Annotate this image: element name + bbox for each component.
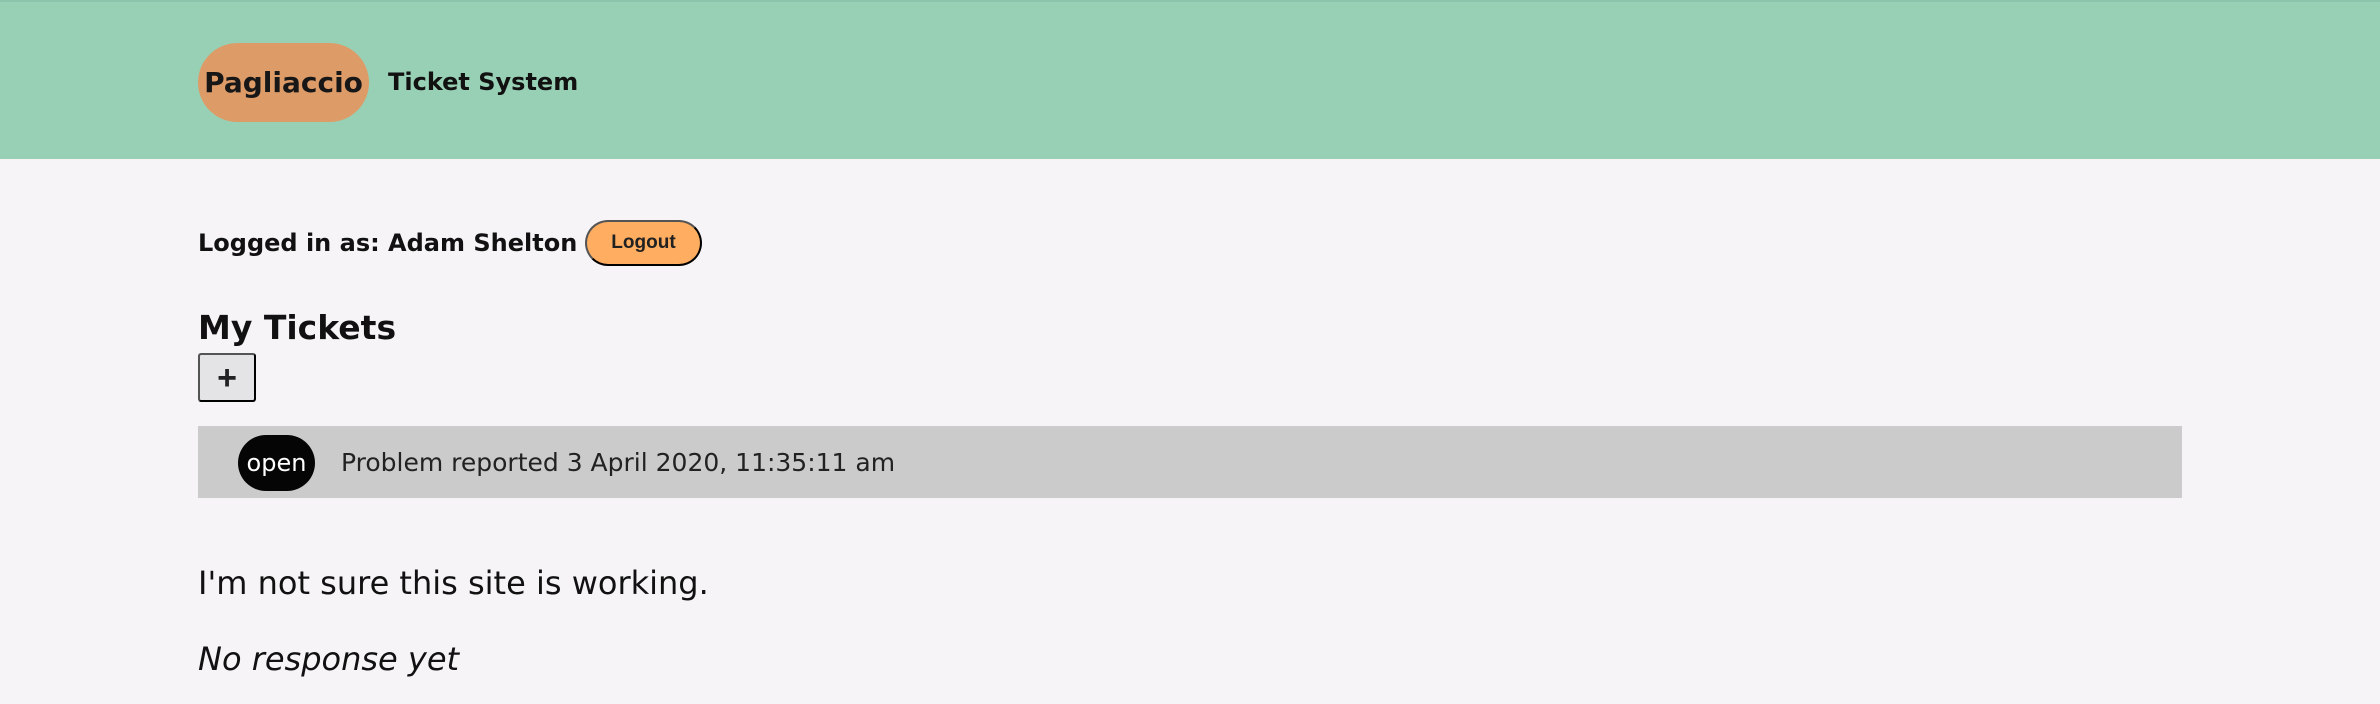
status-badge: open — [238, 435, 315, 491]
plus-icon: + — [217, 358, 237, 397]
session-bar: Logged in as: Adam Shelton Logout — [198, 220, 702, 266]
logout-button[interactable]: Logout — [585, 220, 702, 266]
ticket-description: I'm not sure this site is working. — [198, 564, 709, 602]
add-ticket-button[interactable]: + — [198, 353, 256, 402]
ticket-response-status: No response yet — [198, 640, 460, 678]
logged-in-user: Logged in as: Adam Shelton — [198, 229, 578, 257]
ticket-row[interactable]: open Problem reported 3 April 2020, 11:3… — [198, 426, 2182, 498]
main-content: Logged in as: Adam Shelton Logout My Tic… — [198, 0, 2182, 704]
ticket-reported-date: Problem reported 3 April 2020, 11:35:11 … — [341, 448, 896, 477]
page-title: My Tickets — [198, 308, 397, 348]
